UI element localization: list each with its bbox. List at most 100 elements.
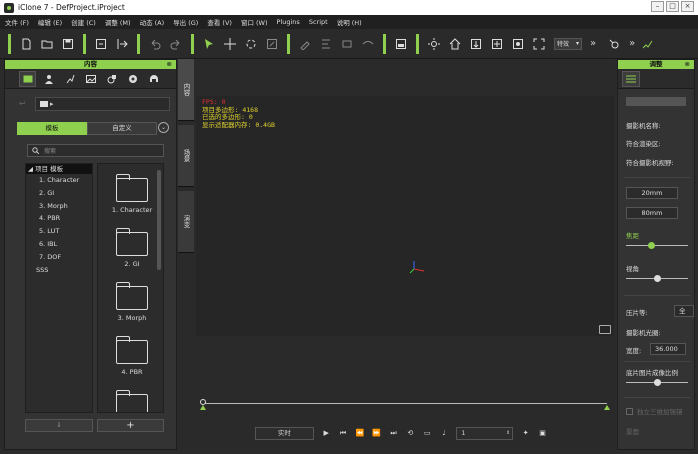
frame-icon[interactable] bbox=[491, 38, 503, 50]
home-icon[interactable] bbox=[449, 37, 461, 50]
paint-icon[interactable] bbox=[299, 38, 311, 51]
open-folder-icon[interactable] bbox=[41, 38, 53, 50]
distribute-icon[interactable] bbox=[341, 38, 353, 50]
thumbnail-item[interactable]: 4. PBR bbox=[106, 336, 158, 376]
menu-script[interactable]: Script bbox=[309, 18, 328, 26]
tree-item[interactable]: 1. Character bbox=[26, 174, 92, 187]
toolbar-overflow-icon-2[interactable]: » bbox=[629, 38, 635, 49]
thumbnail-item[interactable]: 1. Character bbox=[106, 174, 158, 214]
close-button[interactable]: × bbox=[681, 1, 694, 12]
scale-icon[interactable] bbox=[266, 38, 278, 50]
undo-icon[interactable] bbox=[149, 38, 161, 50]
menu-view[interactable]: 查看 (V) bbox=[207, 17, 232, 27]
thumbnail-scrollbar[interactable] bbox=[157, 170, 161, 270]
tree-item[interactable]: 6. IBL bbox=[26, 238, 92, 251]
tree-root-item[interactable]: ◢ 项目 模板 bbox=[26, 164, 92, 174]
ortho-checkbox[interactable] bbox=[626, 407, 633, 415]
thumbnail-item[interactable]: 2. GI bbox=[106, 228, 158, 268]
select-arrow-icon[interactable] bbox=[203, 38, 215, 50]
perform-icon[interactable] bbox=[608, 38, 620, 50]
ortho-checkbox-row[interactable]: 独立三维加强镜 bbox=[626, 406, 683, 416]
menu-file[interactable]: 文件 (F) bbox=[5, 17, 29, 27]
fov-slider[interactable] bbox=[626, 275, 688, 282]
tree-item[interactable]: 2. GI bbox=[26, 187, 92, 200]
lens-80mm-button[interactable]: 80mm bbox=[626, 207, 678, 219]
tab-project-icon[interactable] bbox=[19, 70, 36, 87]
tab-scene-icon[interactable] bbox=[82, 71, 99, 87]
tab-prop-icon[interactable] bbox=[103, 71, 120, 87]
music-note-icon[interactable]: ♩ bbox=[440, 429, 449, 438]
zoom-icon[interactable] bbox=[512, 38, 524, 50]
export-icon[interactable] bbox=[116, 38, 128, 50]
tree-item[interactable]: 4. PBR bbox=[26, 212, 92, 225]
search-input[interactable]: 搜索 bbox=[27, 144, 164, 157]
fit-view-icon[interactable] bbox=[533, 38, 545, 50]
menu-create[interactable]: 创建 (C) bbox=[71, 17, 96, 27]
minimize-button[interactable]: – bbox=[651, 1, 664, 12]
panel-close-icon[interactable]: ⊗ bbox=[685, 60, 690, 69]
film-ratio-slider[interactable] bbox=[626, 379, 688, 386]
camera-down-icon[interactable] bbox=[470, 38, 482, 50]
thumbnail-item[interactable]: 3. Morph bbox=[106, 282, 158, 322]
eye-icon[interactable] bbox=[362, 38, 374, 50]
remove-button[interactable]: ⇓ bbox=[25, 419, 93, 432]
skip-start-icon[interactable]: ⏮ bbox=[339, 429, 348, 438]
timeline-scrubber[interactable] bbox=[200, 396, 612, 412]
new-file-icon[interactable] bbox=[20, 38, 32, 50]
maximize-button[interactable]: □ bbox=[666, 1, 679, 12]
toolbar-overflow-icon[interactable]: » bbox=[590, 38, 596, 49]
menu-window[interactable]: 窗口 (W) bbox=[241, 17, 268, 27]
play-icon[interactable]: ▶ bbox=[322, 429, 331, 438]
rewind-icon[interactable]: ⏪ bbox=[355, 429, 365, 438]
3d-viewport[interactable]: FPS: 0 项目多边形: 4168 已选的多边形: 0 显示适配器内存: 0.… bbox=[196, 96, 614, 336]
menu-help[interactable]: 说明 (H) bbox=[337, 17, 362, 27]
range-end-marker[interactable] bbox=[604, 405, 610, 410]
slider-knob[interactable] bbox=[648, 242, 655, 249]
menu-export[interactable]: 导出 (G) bbox=[173, 17, 198, 27]
tab-actor-icon[interactable] bbox=[40, 71, 57, 87]
path-breadcrumb[interactable]: ▸ bbox=[35, 97, 170, 111]
chat-icon[interactable] bbox=[599, 325, 611, 334]
tab-media-icon[interactable] bbox=[124, 71, 141, 87]
tree-item[interactable]: 7. DOF bbox=[26, 251, 92, 264]
frame-input[interactable]: 1 ⇕ bbox=[456, 427, 514, 440]
stepper-icon[interactable]: ⇕ bbox=[506, 428, 510, 439]
tree-item[interactable]: SSS bbox=[26, 264, 92, 277]
menu-plugins[interactable]: Plugins bbox=[277, 18, 300, 26]
settings-gear-icon[interactable]: ✦ bbox=[521, 429, 530, 438]
slider-knob[interactable] bbox=[654, 379, 661, 386]
layout-icon[interactable] bbox=[395, 38, 407, 50]
tree-item[interactable]: 3. Morph bbox=[26, 200, 92, 213]
back-arrow-icon[interactable]: ↩ bbox=[19, 99, 26, 108]
tab-content[interactable]: 内容 bbox=[178, 59, 194, 121]
slider-knob[interactable] bbox=[654, 275, 661, 282]
thumbnail-item[interactable] bbox=[106, 390, 158, 412]
view-mode-dropdown[interactable]: 特效 ▾ bbox=[554, 37, 582, 50]
redo-icon[interactable] bbox=[170, 38, 182, 50]
menu-animation[interactable]: 动态 (A) bbox=[140, 17, 165, 27]
realtime-toggle[interactable]: 实时 bbox=[255, 427, 314, 440]
add-button[interactable]: + bbox=[97, 419, 164, 432]
rotate-icon[interactable] bbox=[245, 38, 257, 50]
lens-20mm-button[interactable]: 20mm bbox=[626, 187, 678, 199]
width-input[interactable]: 36.000 bbox=[650, 343, 686, 355]
tab-visual[interactable]: 演变 bbox=[178, 191, 194, 253]
light-icon[interactable] bbox=[428, 37, 440, 50]
align-icon[interactable] bbox=[320, 38, 332, 50]
tab-motion-icon[interactable] bbox=[61, 71, 78, 87]
skip-end-icon[interactable]: ⏭ bbox=[389, 429, 398, 438]
camera-selector[interactable] bbox=[626, 97, 686, 106]
tab-scene[interactable]: 场景 bbox=[178, 125, 194, 187]
import-icon[interactable] bbox=[95, 38, 107, 50]
loop-icon[interactable]: ⟲ bbox=[406, 429, 415, 438]
fast-forward-icon[interactable]: ⏩ bbox=[372, 429, 381, 438]
move-icon[interactable] bbox=[224, 37, 236, 50]
tab-audio-icon[interactable] bbox=[145, 71, 162, 87]
tab-template[interactable]: 模板 bbox=[17, 122, 87, 135]
panel-close-icon[interactable]: ⊗ bbox=[167, 60, 172, 69]
window-icon[interactable]: ▣ bbox=[538, 429, 547, 438]
compress-dropdown[interactable]: 全 bbox=[674, 305, 694, 317]
menu-edit[interactable]: 编辑 (E) bbox=[38, 17, 62, 27]
expand-chevron-icon[interactable]: ⌄ bbox=[158, 122, 169, 133]
tab-custom[interactable]: 自定义 bbox=[87, 122, 157, 135]
